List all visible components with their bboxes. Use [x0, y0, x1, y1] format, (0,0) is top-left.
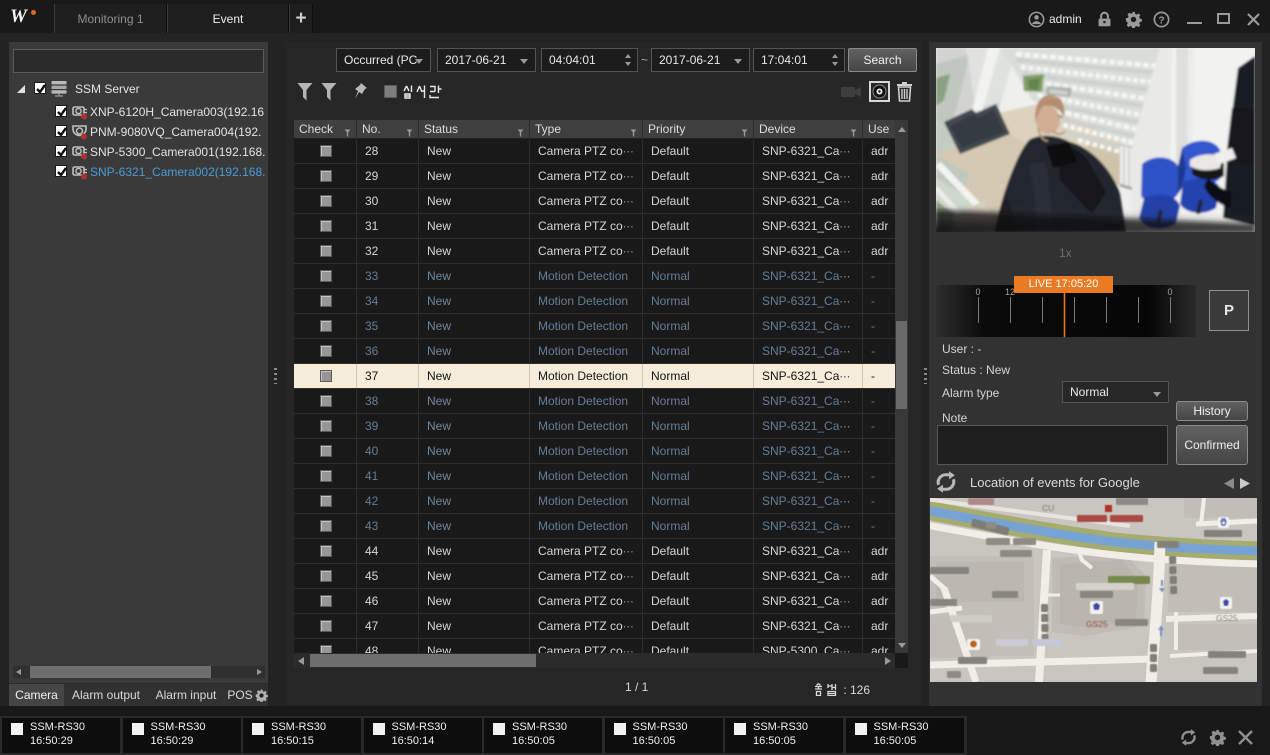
svg-text:0: 0 — [1167, 287, 1172, 297]
svg-text:0: 0 — [975, 287, 980, 297]
svg-text:GS25: GS25 — [1086, 619, 1108, 629]
svg-text:GS25: GS25 — [1216, 613, 1238, 623]
svg-text:?: ? — [1158, 15, 1164, 26]
svg-text:CU: CU — [1042, 503, 1054, 513]
